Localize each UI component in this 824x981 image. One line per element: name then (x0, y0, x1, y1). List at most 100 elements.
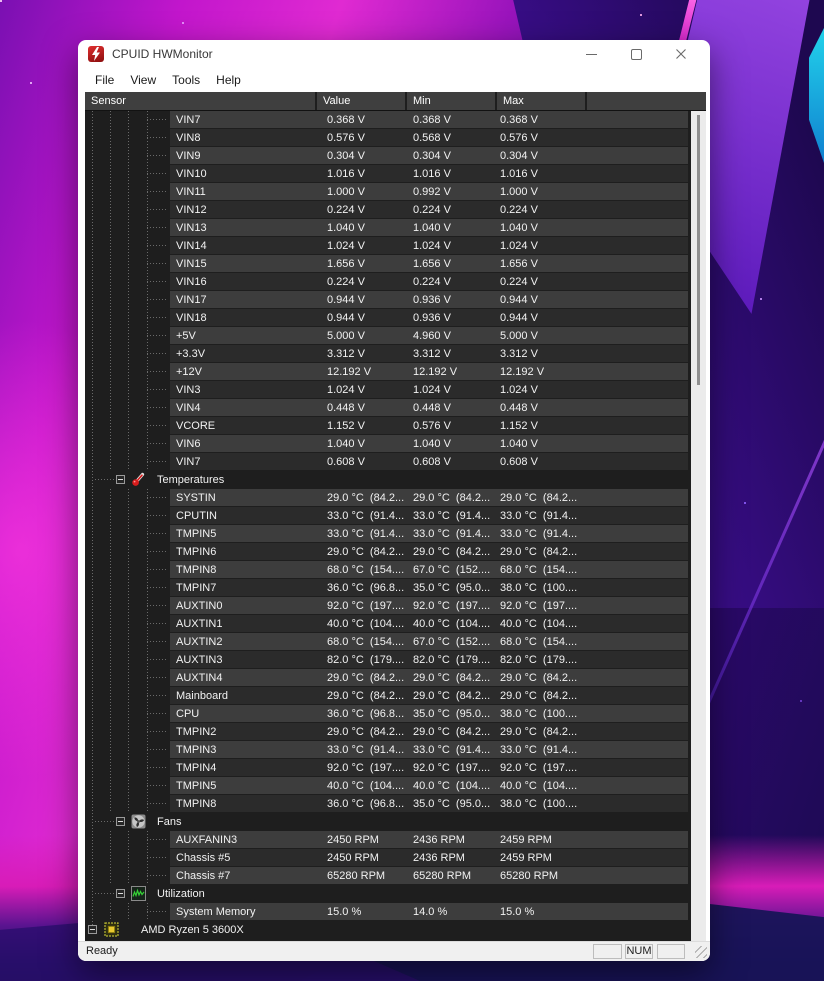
table-row[interactable]: TMPIN5 40.0 °C (104.... 40.0 °C (104.... 40… (85, 777, 688, 795)
table-row[interactable]: Mainboard 29.0 °C (84.2... 29.0 °C (84.2..… (85, 687, 688, 705)
tree-guide (128, 507, 129, 525)
table-row[interactable]: VIN9 0.304 V 0.304 V 0.304 V (85, 147, 688, 165)
table-row[interactable]: VIN8 0.576 V 0.568 V 0.576 V (85, 129, 688, 147)
table-row[interactable]: VIN4 0.448 V 0.448 V 0.448 V (85, 399, 688, 417)
sensor-label: TMPIN8 (176, 798, 217, 810)
column-divider[interactable] (585, 92, 587, 110)
column-header-value[interactable]: Value (323, 95, 350, 107)
resize-grip-icon[interactable] (695, 946, 707, 958)
section-row[interactable]: AMD Ryzen 5 3600X (85, 921, 688, 939)
sensor-max: 1.656 V (500, 258, 538, 270)
table-row[interactable]: AUXTIN4 29.0 °C (84.2... 29.0 °C (84.2... 2… (85, 669, 688, 687)
collapse-toggle[interactable] (116, 817, 125, 826)
tree-guide (147, 443, 168, 444)
tree-guide (110, 273, 111, 291)
table-row[interactable]: TMPIN2 29.0 °C (84.2... 29.0 °C (84.2... 29… (85, 723, 688, 741)
table-row[interactable]: VIN14 1.024 V 1.024 V 1.024 V (85, 237, 688, 255)
vertical-scrollbar[interactable] (691, 111, 706, 941)
table-row[interactable]: Chassis #7 65280 RPM 65280 RPM 65280 RPM (85, 867, 688, 885)
sensor-label: VCORE (176, 420, 216, 432)
scrollbar-thumb[interactable] (697, 115, 700, 385)
section-row[interactable]: Temperatures (85, 471, 688, 489)
table-row[interactable]: VIN13 1.040 V 1.040 V 1.040 V (85, 219, 688, 237)
section-row[interactable]: Fans (85, 813, 688, 831)
tree-guide (110, 237, 111, 255)
table-row[interactable]: VIN17 0.944 V 0.936 V 0.944 V (85, 291, 688, 309)
collapse-toggle[interactable] (88, 925, 97, 934)
table-row[interactable]: AUXFANIN3 2450 RPM 2436 RPM 2459 RPM (85, 831, 688, 849)
table-row[interactable]: TMPIN8 36.0 °C (96.8... 35.0 °C (95.0... 38… (85, 795, 688, 813)
sensor-min: 1.016 V (413, 168, 451, 180)
close-button[interactable] (659, 40, 704, 68)
table-row[interactable]: System Memory 15.0 % 14.0 % 15.0 % (85, 903, 688, 921)
table-row[interactable]: VCORE 1.152 V 0.576 V 1.152 V (85, 417, 688, 435)
table-row[interactable]: TMPIN6 29.0 °C (84.2... 29.0 °C (84.2... 29… (85, 543, 688, 561)
tree-guide (147, 641, 168, 642)
column-header-min[interactable]: Min (413, 95, 431, 107)
sensor-value: 0.944 V (327, 312, 365, 324)
sensor-label: TMPIN4 (176, 762, 217, 774)
sensor-value: 68.0 °C (154.... (327, 636, 405, 648)
table-row[interactable]: VIN10 1.016 V 1.016 V 1.016 V (85, 165, 688, 183)
row-band: VIN9 0.304 V 0.304 V 0.304 V (170, 147, 688, 164)
table-row[interactable]: CPUTIN 33.0 °C (91.4... 33.0 °C (91.4... 33… (85, 507, 688, 525)
table-row[interactable]: VIN16 0.224 V 0.224 V 0.224 V (85, 273, 688, 291)
tree-guide (128, 363, 129, 381)
table-row[interactable]: AUXTIN1 40.0 °C (104.... 40.0 °C (104.... 4… (85, 615, 688, 633)
menu-bar: File View Tools Help (78, 68, 710, 92)
tree-guide (147, 345, 148, 363)
table-row[interactable]: VIN7 0.368 V 0.368 V 0.368 V (85, 111, 688, 129)
menu-file[interactable]: File (87, 70, 122, 90)
tree-guide (147, 129, 148, 147)
title-bar[interactable]: CPUID HWMonitor (78, 40, 710, 68)
sensor-min: 0.304 V (413, 150, 451, 162)
table-row[interactable]: TMPIN3 33.0 °C (91.4... 33.0 °C (91.4... 33… (85, 741, 688, 759)
row-band: TMPIN8 36.0 °C (96.8... 35.0 °C (95.0... 38… (170, 795, 688, 812)
maximize-button[interactable] (614, 40, 659, 68)
table-row[interactable]: TMPIN4 92.0 °C (197.... 92.0 °C (197.... 92… (85, 759, 688, 777)
table-row[interactable]: TMPIN7 36.0 °C (96.8... 35.0 °C (95.0... 38… (85, 579, 688, 597)
row-band: AUXTIN2 68.0 °C (154.... 67.0 °C (152.... 6… (170, 633, 688, 650)
table-row[interactable]: VIN12 0.224 V 0.224 V 0.224 V (85, 201, 688, 219)
table-row[interactable]: VIN15 1.656 V 1.656 V 1.656 V (85, 255, 688, 273)
menu-tools[interactable]: Tools (164, 70, 208, 90)
menu-view[interactable]: View (122, 70, 164, 90)
sensor-rows: VIN7 0.368 V 0.368 V 0.368 V VIN8 0.576 V 0.56… (85, 111, 688, 939)
table-row[interactable]: TMPIN5 33.0 °C (91.4... 33.0 °C (91.4... 33… (85, 525, 688, 543)
sensor-max: 68.0 °C (154.... (500, 564, 578, 576)
table-row[interactable]: +12V 12.192 V 12.192 V 12.192 V (85, 363, 688, 381)
table-row[interactable]: VIN11 1.000 V 0.992 V 1.000 V (85, 183, 688, 201)
tree-guide (92, 831, 93, 849)
table-row[interactable]: +5V 5.000 V 4.960 V 5.000 V (85, 327, 688, 345)
sensor-max: 2459 RPM (500, 852, 552, 864)
table-row[interactable]: VIN18 0.944 V 0.936 V 0.944 V (85, 309, 688, 327)
collapse-toggle[interactable] (116, 475, 125, 484)
table-row[interactable]: AUXTIN2 68.0 °C (154.... 67.0 °C (152.... 6… (85, 633, 688, 651)
table-row[interactable]: VIN7 0.608 V 0.608 V 0.608 V (85, 453, 688, 471)
table-row[interactable]: VIN3 1.024 V 1.024 V 1.024 V (85, 381, 688, 399)
table-row[interactable]: CPU 36.0 °C (96.8... 35.0 °C (95.0... 38.0 … (85, 705, 688, 723)
collapse-toggle[interactable] (116, 889, 125, 898)
menu-help[interactable]: Help (208, 70, 249, 90)
section-row[interactable]: Utilization (85, 885, 688, 903)
sensor-label: +3.3V (176, 348, 206, 360)
tree-guide (147, 335, 168, 336)
table-row[interactable]: AUXTIN3 82.0 °C (179.... 82.0 °C (179.... 8… (85, 651, 688, 669)
table-row[interactable]: VIN6 1.040 V 1.040 V 1.040 V (85, 435, 688, 453)
close-icon (676, 49, 686, 59)
table-row[interactable]: +3.3V 3.312 V 3.312 V 3.312 V (85, 345, 688, 363)
tree-guide (110, 867, 111, 885)
table-row[interactable]: Chassis #5 2450 RPM 2436 RPM 2459 RPM (85, 849, 688, 867)
table-row[interactable]: TMPIN8 68.0 °C (154.... 67.0 °C (152.... 68… (85, 561, 688, 579)
tree-guide (110, 291, 111, 309)
tree-guide (147, 723, 148, 741)
column-header-sensor[interactable]: Sensor (91, 95, 126, 107)
column-divider[interactable] (315, 92, 317, 110)
table-row[interactable]: AUXTIN0 92.0 °C (197.... 92.0 °C (197.... 9… (85, 597, 688, 615)
minimize-button[interactable] (569, 40, 614, 68)
table-row[interactable]: SYSTIN 29.0 °C (84.2... 29.0 °C (84.2... 29… (85, 489, 688, 507)
column-divider[interactable] (405, 92, 407, 110)
tree-guide (92, 381, 93, 399)
column-divider[interactable] (495, 92, 497, 110)
column-header-max[interactable]: Max (503, 95, 524, 107)
